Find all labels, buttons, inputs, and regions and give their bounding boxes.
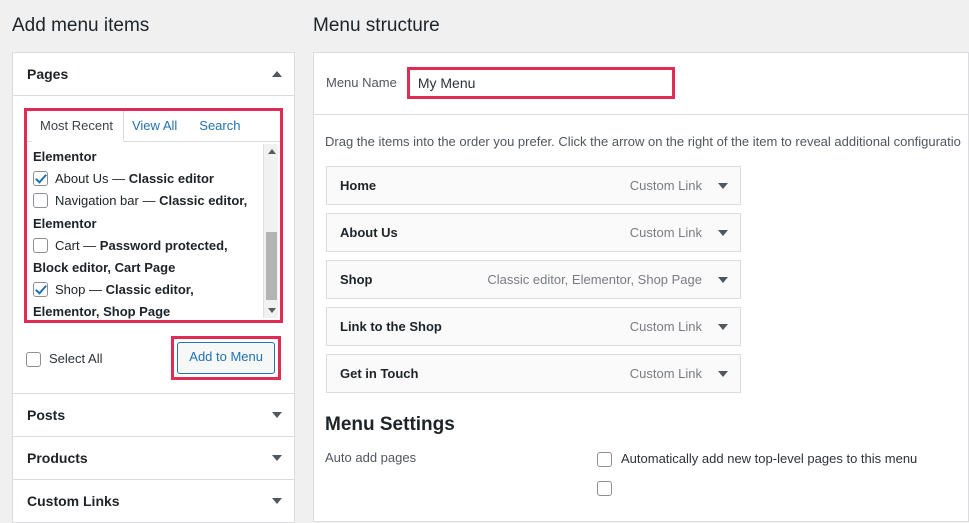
pages-list-highlight-box: Most Recent View All Search Elementor Ab… <box>24 107 283 324</box>
menu-structure-panel: Menu Name Drag the items into the order … <box>313 51 969 522</box>
products-panel-title: Products <box>27 449 88 466</box>
drag-instructions: Drag the items into the order you prefer… <box>325 133 961 149</box>
menu-item-row[interactable]: Link to the Shop Custom Link <box>326 307 741 347</box>
triangle-up-icon[interactable] <box>272 70 282 77</box>
auto-add-pages-row: Auto add pages Automatically add new top… <box>314 436 968 468</box>
scroll-up-arrow-icon[interactable] <box>264 144 279 159</box>
select-all-control[interactable]: Select All <box>26 350 102 367</box>
pages-group-label: Elementor <box>33 149 97 165</box>
menu-item-row[interactable]: Shop Classic editor, Elementor, Shop Pag… <box>326 260 741 300</box>
pages-actions-row: Select All Add to Menu <box>24 323 283 382</box>
menu-item-type: Custom Link <box>629 178 702 194</box>
pages-checklist[interactable]: Elementor About Us — Classic editor Navi… <box>27 142 280 321</box>
menu-name-label: Menu Name <box>326 75 397 91</box>
menu-item-title: Link to the Shop <box>340 319 442 335</box>
menu-item-meta: Custom Link <box>630 366 728 381</box>
menu-item-type: Custom Link <box>629 366 702 382</box>
add-menu-items-heading: Add menu items <box>12 15 150 36</box>
triangle-down-icon[interactable] <box>272 411 282 418</box>
menu-structure-heading: Menu structure <box>313 15 440 36</box>
pages-tabs-wrap: Most Recent View All Search <box>27 110 280 143</box>
menu-item-meta: Custom Link <box>630 178 728 193</box>
menu-name-input[interactable] <box>409 69 672 96</box>
page-checkbox-shop[interactable] <box>33 282 48 298</box>
page-checkbox-cart[interactable] <box>33 237 48 253</box>
menu-settings-heading: Menu Settings <box>325 414 455 436</box>
chevron-down-icon[interactable] <box>718 182 728 189</box>
menu-name-highlight-box <box>406 66 675 99</box>
pages-group-label: Elementor <box>33 215 97 231</box>
page-list-item[interactable]: Cart — Password protected, <box>33 235 258 257</box>
page-item-label: Navigation bar — Classic editor, <box>55 193 248 209</box>
triangle-down-icon[interactable] <box>272 497 282 504</box>
auto-add-pages-option[interactable]: Automatically add new top-level pages to… <box>597 450 917 468</box>
menu-item-row[interactable]: Home Custom Link <box>326 166 741 206</box>
page-checkbox-navigation-bar[interactable] <box>33 193 48 209</box>
menu-location-checkbox[interactable] <box>597 480 612 496</box>
page-checkbox-about-us[interactable] <box>33 171 48 187</box>
menu-item-type: Classic editor, Elementor, Shop Page <box>487 272 702 288</box>
menu-locations-row <box>314 468 968 496</box>
menu-item-meta: Classic editor, Elementor, Shop Page <box>487 272 728 287</box>
auto-add-pages-option-label: Automatically add new top-level pages to… <box>621 451 918 467</box>
add-menu-items-column: Add menu items Pages Most Recent View Al… <box>12 0 295 523</box>
menu-items-list: Home Custom Link About Us Custom Link Sh… <box>314 151 968 394</box>
tab-view-all[interactable]: View All <box>124 111 187 142</box>
page-item-label: Shop — Classic editor, <box>55 282 194 298</box>
auto-add-pages-label: Auto add pages <box>325 450 417 466</box>
tab-search[interactable]: Search <box>187 111 250 142</box>
custom-links-panel: Custom Links <box>12 478 295 523</box>
chevron-down-icon[interactable] <box>718 276 728 283</box>
chevron-down-icon[interactable] <box>718 370 728 377</box>
posts-panel-title: Posts <box>27 406 66 423</box>
menu-item-title: Get in Touch <box>340 366 419 382</box>
select-all-checkbox[interactable] <box>26 351 41 367</box>
posts-panel: Posts <box>12 392 295 437</box>
pages-panel-body: Most Recent View All Search Elementor Ab… <box>13 95 294 393</box>
auto-add-pages-checkbox[interactable] <box>597 452 612 468</box>
page-item-label: About Us — Classic editor <box>55 171 214 187</box>
menu-item-type: Custom Link <box>629 225 702 241</box>
pages-group-label: Block editor, Cart Page <box>33 259 176 275</box>
products-panel: Products <box>12 435 295 480</box>
pages-panel-header[interactable]: Pages <box>13 52 294 96</box>
menu-item-title: Shop <box>340 272 373 288</box>
custom-links-panel-title: Custom Links <box>27 492 120 509</box>
custom-links-panel-header[interactable]: Custom Links <box>13 479 294 522</box>
menu-name-row: Menu Name <box>314 53 968 115</box>
add-to-menu-highlight-box: Add to Menu <box>171 336 281 380</box>
pages-list-scrollbar[interactable] <box>263 144 279 319</box>
chevron-down-icon[interactable] <box>718 229 728 236</box>
menu-item-title: Home <box>340 178 377 194</box>
pages-panel-title: Pages <box>27 65 69 82</box>
menu-structure-column: Menu structure Menu Name Drag the items … <box>313 0 969 522</box>
scroll-down-arrow-icon[interactable] <box>264 303 279 318</box>
chevron-down-icon[interactable] <box>718 323 728 330</box>
page-list-item[interactable]: About Us — Classic editor <box>33 168 258 190</box>
menu-item-row[interactable]: About Us Custom Link <box>326 213 741 253</box>
menu-item-type: Custom Link <box>629 319 702 335</box>
page-list-item[interactable]: Shop — Classic editor, <box>33 279 258 301</box>
page-item-label: Cart — Password protected, <box>55 237 228 253</box>
page-list-item[interactable]: Navigation bar — Classic editor, <box>33 190 258 212</box>
menu-item-title: About Us <box>340 225 398 241</box>
pages-panel: Pages Most Recent View All Search Elemen… <box>12 51 295 394</box>
menu-item-meta: Custom Link <box>630 319 728 334</box>
products-panel-header[interactable]: Products <box>13 436 294 479</box>
tab-most-recent[interactable]: Most Recent <box>32 110 124 143</box>
menu-item-row[interactable]: Get in Touch Custom Link <box>326 354 741 394</box>
add-to-menu-button[interactable]: Add to Menu <box>177 342 275 374</box>
menu-locations-option[interactable] <box>597 479 612 496</box>
triangle-down-icon[interactable] <box>272 454 282 461</box>
menu-item-meta: Custom Link <box>630 225 728 240</box>
posts-panel-header[interactable]: Posts <box>13 393 294 436</box>
pages-group-label: Elementor, Shop Page <box>33 304 171 320</box>
scrollbar-thumb[interactable] <box>266 232 277 301</box>
select-all-label: Select All <box>49 350 103 366</box>
pages-tabs: Most Recent View All Search <box>27 110 280 143</box>
